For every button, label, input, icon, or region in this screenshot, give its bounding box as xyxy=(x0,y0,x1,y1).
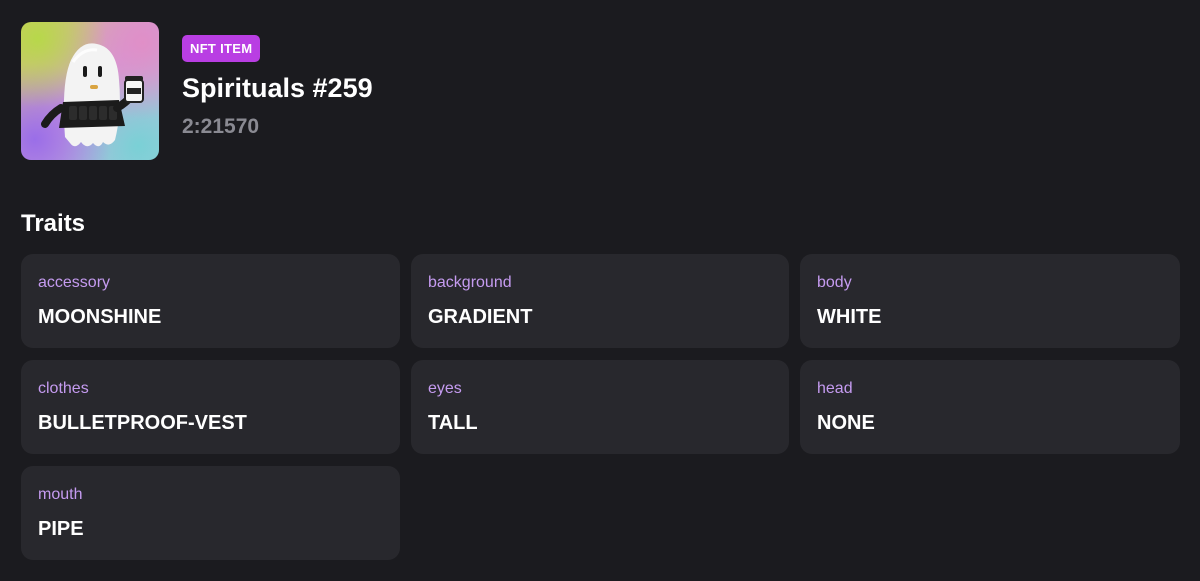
item-header: NFT ITEM Spirituals #259 2:21570 xyxy=(21,22,373,160)
trait-card-eyes[interactable]: eyes TALL xyxy=(411,360,789,454)
nft-item-page: NFT ITEM Spirituals #259 2:21570 Traits … xyxy=(0,0,1200,581)
item-title: Spirituals #259 xyxy=(182,73,373,103)
item-header-text: NFT ITEM Spirituals #259 2:21570 xyxy=(182,22,373,141)
trait-value: TALL xyxy=(428,412,478,434)
nft-item-badge: NFT ITEM xyxy=(182,35,261,62)
trait-type: background xyxy=(428,274,512,291)
trait-type: eyes xyxy=(428,380,462,397)
trait-value: NONE xyxy=(817,412,875,434)
trait-type: accessory xyxy=(38,274,111,291)
trait-value: MOONSHINE xyxy=(38,306,162,328)
trait-card-mouth[interactable]: mouth PIPE xyxy=(21,466,400,560)
trait-card-clothes[interactable]: clothes BULLETPROOF-VEST xyxy=(21,360,400,454)
trait-card-accessory[interactable]: accessory MOONSHINE xyxy=(21,254,400,348)
trait-card-head[interactable]: head NONE xyxy=(800,360,1180,454)
trait-card-body[interactable]: body WHITE xyxy=(800,254,1180,348)
trait-type: head xyxy=(817,380,853,397)
traits-grid: accessory MOONSHINE background GRADIENT … xyxy=(21,254,1180,560)
trait-value: WHITE xyxy=(817,306,882,328)
trait-type: clothes xyxy=(38,380,89,397)
ghost-character-image xyxy=(41,43,144,147)
trait-value: BULLETPROOF-VEST xyxy=(38,412,247,434)
item-id: 2:21570 xyxy=(182,115,260,138)
trait-value: PIPE xyxy=(38,518,84,540)
nft-thumbnail[interactable] xyxy=(21,22,159,160)
trait-type: mouth xyxy=(38,486,83,503)
trait-card-background[interactable]: background GRADIENT xyxy=(411,254,789,348)
trait-value: GRADIENT xyxy=(428,306,533,328)
traits-heading: Traits xyxy=(21,210,86,237)
trait-type: body xyxy=(817,274,852,291)
